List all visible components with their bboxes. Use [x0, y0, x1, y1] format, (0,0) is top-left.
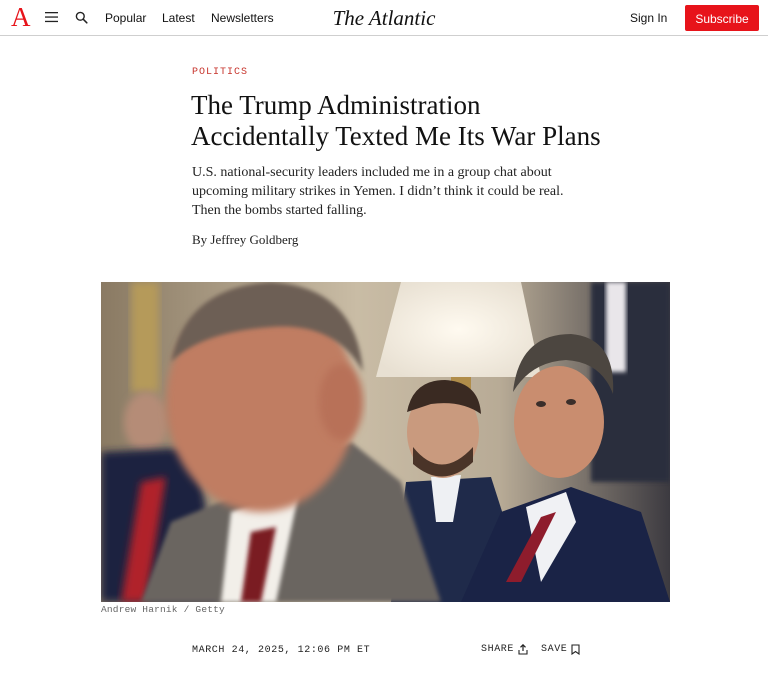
share-label: SHARE	[481, 644, 515, 655]
sign-in-link[interactable]: Sign In	[630, 10, 667, 26]
lead-photo-image	[101, 282, 670, 602]
menu-icon[interactable]	[45, 11, 58, 23]
save-label: SAVE	[541, 644, 568, 655]
publish-date: MARCH 24, 2025, 12:06 PM ET	[192, 645, 371, 656]
article-headline: The Trump Administration Accidentally Te…	[191, 90, 601, 151]
article-dek: U.S. national-security leaders included …	[192, 165, 564, 218]
subscribe-button[interactable]: Subscribe	[685, 5, 759, 31]
byline: By Jeffrey Goldberg	[192, 231, 298, 249]
nav-latest-link[interactable]: Latest	[162, 10, 195, 26]
search-icon[interactable]	[75, 11, 88, 24]
save-button[interactable]: SAVE	[541, 644, 580, 655]
lead-photo	[101, 282, 670, 602]
byline-prefix: By	[192, 232, 208, 247]
nav-newsletters-link[interactable]: Newsletters	[211, 10, 274, 26]
author-link[interactable]: Jeffrey Goldberg	[210, 232, 298, 247]
photo-credit: Andrew Harnik / Getty	[101, 604, 225, 615]
atlantic-logo[interactable]: A	[11, 2, 31, 32]
share-button[interactable]: SHARE	[481, 644, 528, 655]
brand-wordmark[interactable]: The Atlantic	[333, 6, 436, 30]
bookmark-icon	[571, 644, 580, 655]
share-icon	[518, 644, 528, 655]
section-kicker[interactable]: POLITICS	[192, 67, 248, 78]
nav-popular-link[interactable]: Popular	[105, 10, 146, 26]
site-header: A Popular Latest Newsletters The Atlanti…	[0, 0, 768, 36]
